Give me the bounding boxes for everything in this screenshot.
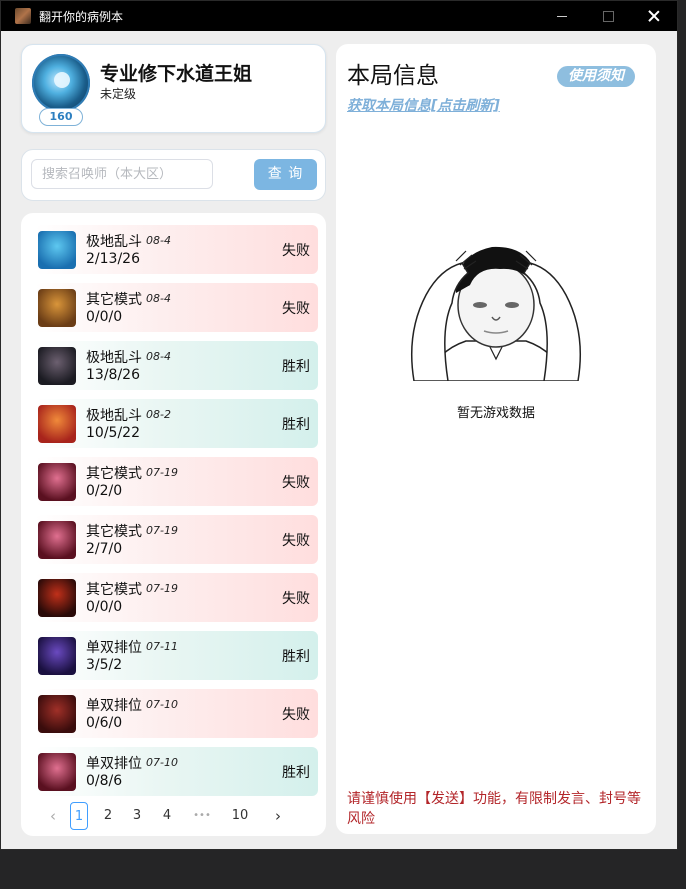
match-result: 失败 (282, 301, 310, 317)
match-row[interactable]: 极地乱斗 08-4 2/13/26 失败 (35, 225, 318, 274)
match-mode: 单双排位 (86, 698, 142, 714)
match-row[interactable]: 单双排位 07-10 0/8/6 胜利 (35, 747, 318, 796)
background-editor-edge (678, 0, 686, 889)
avatar[interactable] (32, 54, 90, 112)
match-kda: 13/8/26 (86, 367, 140, 383)
match-mode: 极地乱斗 (86, 408, 142, 424)
title-bar[interactable]: 翻开你的病例本 (1, 1, 677, 31)
match-row[interactable]: 其它模式 07-19 2/7/0 失败 (35, 515, 318, 564)
game-info-card: 本局信息 使用须知 获取本局信息[点击刷新] 暂无游戏数据 请谨慎使用【发送】功… (336, 44, 656, 834)
prev-page-button[interactable]: ‹ (45, 802, 61, 830)
search-card: 查 询 (21, 149, 326, 201)
red-haired-champion-icon (38, 405, 76, 443)
match-kda: 0/8/6 (86, 773, 123, 789)
match-result: 胜利 (282, 765, 310, 781)
match-result: 失败 (282, 533, 310, 549)
match-mode: 其它模式 (86, 582, 142, 598)
match-date: 08-2 (146, 408, 171, 421)
match-date: 07-19 (146, 524, 178, 537)
maximize-icon (602, 10, 614, 22)
background-editor-panel (0, 850, 686, 889)
match-mode: 单双排位 (86, 640, 142, 656)
match-kda: 3/5/2 (86, 657, 123, 673)
search-button[interactable]: 查 询 (254, 159, 317, 190)
match-date: 07-19 (146, 582, 178, 595)
match-row[interactable]: 单双排位 07-11 3/5/2 胜利 (35, 631, 318, 680)
yordle-goggles-champion-icon (38, 289, 76, 327)
page-4-button[interactable]: 4 (158, 802, 176, 830)
match-result: 失败 (282, 707, 310, 723)
more-pages-button[interactable]: ••• (187, 802, 217, 830)
match-result: 失败 (282, 475, 310, 491)
usage-notice-button[interactable]: 使用须知 (557, 66, 635, 87)
refresh-game-info-link[interactable]: 获取本局信息[点击刷新] (347, 95, 500, 115)
close-button[interactable] (631, 1, 677, 31)
match-date: 07-10 (146, 756, 178, 769)
window-title: 翻开你的病例本 (39, 9, 124, 24)
match-mode: 其它模式 (86, 292, 142, 308)
minimize-button[interactable] (539, 1, 585, 31)
profile-card: 160 专业修下水道王姐 未定级 (21, 44, 326, 133)
pagination: ‹ 1 2 3 4 ••• 10 › (35, 802, 315, 832)
match-row[interactable]: 极地乱斗 08-4 13/8/26 胜利 (35, 341, 318, 390)
summoner-name: 专业修下水道王姐 (100, 63, 253, 85)
game-info-title: 本局信息 (347, 63, 439, 89)
match-result: 失败 (282, 243, 310, 259)
match-result: 胜利 (282, 417, 310, 433)
match-mode: 单双排位 (86, 756, 142, 772)
avatar-orb-icon (54, 72, 70, 88)
brawler-champion-icon (38, 695, 76, 733)
window-controls (539, 1, 677, 31)
match-kda: 0/6/0 (86, 715, 123, 731)
page-3-button[interactable]: 3 (128, 802, 146, 830)
red-haired-duelist-icon (38, 753, 76, 791)
match-date: 07-19 (146, 466, 178, 479)
no-game-data-text: 暂无游戏数据 (456, 406, 535, 421)
close-icon (648, 10, 660, 22)
send-warning-text: 请谨慎使用【发送】功能，有限制发言、封号等风险 (347, 791, 641, 827)
match-row[interactable]: 极地乱斗 08-2 10/5/22 胜利 (35, 399, 318, 448)
match-mode: 其它模式 (86, 524, 142, 540)
page-1-button[interactable]: 1 (70, 802, 88, 830)
page-last-button[interactable]: 10 (227, 802, 253, 830)
match-row[interactable]: 其它模式 07-19 0/2/0 失败 (35, 457, 318, 506)
red-haired-duelist-icon (38, 521, 76, 559)
next-page-button[interactable]: › (270, 802, 286, 830)
level-badge: 160 (39, 108, 83, 126)
match-kda: 0/2/0 (86, 483, 123, 499)
match-result: 失败 (282, 591, 310, 607)
match-row[interactable]: 其它模式 08-4 0/0/0 失败 (35, 283, 318, 332)
match-date: 08-4 (146, 234, 171, 247)
match-date: 08-4 (146, 292, 171, 305)
search-input[interactable] (31, 159, 213, 189)
minimize-icon (557, 15, 567, 17)
match-row[interactable]: 其它模式 07-19 0/0/0 失败 (35, 573, 318, 622)
match-result: 胜利 (282, 649, 310, 665)
confused-meme-image (396, 233, 596, 381)
maximize-button[interactable] (585, 1, 631, 31)
match-row[interactable]: 单双排位 07-10 0/6/0 失败 (35, 689, 318, 738)
match-date: 08-4 (146, 350, 171, 363)
match-result: 胜利 (282, 359, 310, 375)
dark-beast-champion-icon (38, 579, 76, 617)
dark-warrior-champion-icon (38, 347, 76, 385)
blue-haired-champion-icon (38, 231, 76, 269)
match-date: 07-10 (146, 698, 178, 711)
match-mode: 极地乱斗 (86, 234, 142, 250)
page-2-button[interactable]: 2 (99, 802, 117, 830)
match-kda: 0/0/0 (86, 309, 123, 325)
red-haired-duelist-icon (38, 463, 76, 501)
app-window: 翻开你的病例本 160 专业修下水道王姐 未定级 查 询 极地乱斗 08-4 2/1… (0, 0, 678, 850)
match-mode: 极地乱斗 (86, 350, 142, 366)
match-kda: 0/0/0 (86, 599, 123, 615)
match-mode: 其它模式 (86, 466, 142, 482)
dark-mage-champion-icon (38, 637, 76, 675)
match-kda: 10/5/22 (86, 425, 140, 441)
match-kda: 2/7/0 (86, 541, 123, 557)
rank-text: 未定级 (100, 87, 137, 101)
app-icon (15, 8, 31, 24)
match-date: 07-11 (146, 640, 178, 653)
match-history-card: 极地乱斗 08-4 2/13/26 失败 其它模式 08-4 0/0/0 失败 极地乱斗 08-4… (21, 213, 326, 836)
match-kda: 2/13/26 (86, 251, 140, 267)
